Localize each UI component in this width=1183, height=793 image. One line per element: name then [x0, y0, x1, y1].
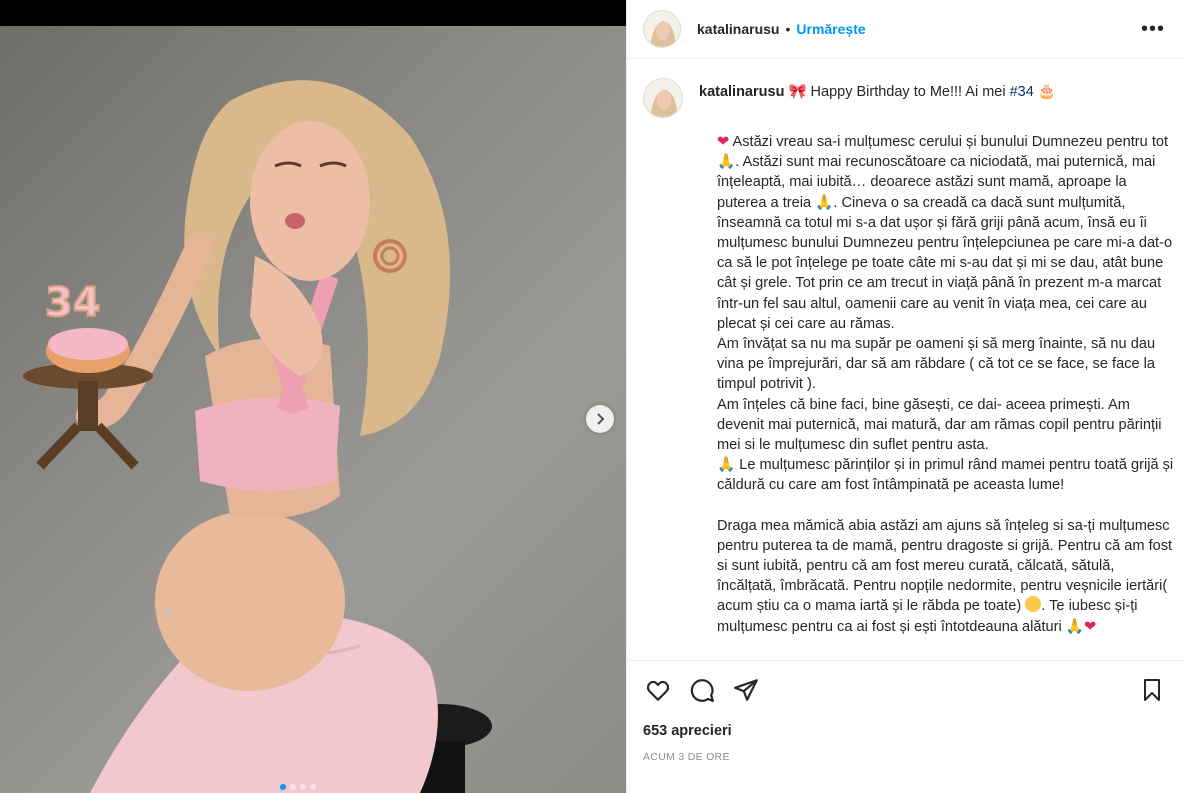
- cake-emoji: 🎂: [1037, 84, 1056, 100]
- carousel-dot: [310, 784, 316, 790]
- caption-paragraph: Am înțeles că bine faci, bine găsești, c…: [717, 396, 1162, 454]
- like-button[interactable]: [643, 675, 673, 705]
- caption-paragraph: Am învățat sa nu ma supăr pe oameni și s…: [717, 336, 1156, 393]
- caption-paragraph: 🙏 Le mulțumesc părinților și in primul r…: [717, 455, 1177, 495]
- heart-emoji: ❤: [1083, 617, 1097, 635]
- action-icons-row: [643, 661, 1167, 719]
- save-button[interactable]: [1137, 675, 1167, 705]
- heart-emoji: ❤: [717, 133, 730, 150]
- pleading-face-emoji: [1025, 596, 1042, 613]
- caption-username[interactable]: katalinarusu: [699, 84, 784, 100]
- svg-text:34: 34: [45, 280, 101, 326]
- pray-emoji: 🙏: [717, 153, 736, 171]
- caption-scroll-area[interactable]: katalinarusu 🎀 Happy Birthday to Me!!! A…: [627, 60, 1183, 660]
- follow-button[interactable]: Urmărește: [796, 21, 865, 37]
- carousel-dot: [300, 784, 306, 790]
- carousel-dot: [280, 784, 286, 790]
- pray-emoji: 🙏: [717, 456, 736, 474]
- caption-text: . Cineva o sa creadă ca dacă sunt mulțum…: [717, 194, 1173, 332]
- pray-emoji: 🙏: [815, 193, 834, 211]
- bookmark-icon: [1144, 679, 1160, 701]
- caption-intro: Happy Birthday to Me!!! Ai mei: [806, 84, 1010, 100]
- post-media: 34: [0, 0, 626, 793]
- separator-dot: •: [785, 21, 791, 37]
- post-panel: katalinarusu • Urmărește ••• katalinarus…: [626, 0, 1183, 793]
- caption-text: Astăzi vreau sa-i mulțumesc cerului și b…: [729, 134, 1169, 150]
- more-options-icon[interactable]: •••: [1141, 18, 1165, 41]
- avatar-image: [644, 11, 680, 47]
- share-button[interactable]: [731, 675, 761, 705]
- bow-emoji: 🎀: [788, 84, 807, 100]
- photo-illustration: 34: [23, 80, 492, 793]
- carousel-indicator: [280, 784, 316, 790]
- comment-button[interactable]: [687, 675, 717, 705]
- pray-emoji: 🙏: [1065, 617, 1084, 635]
- chevron-right-icon: [597, 413, 605, 425]
- post-photo[interactable]: 34: [0, 26, 626, 793]
- caption-text: Le mulțumesc părinților și in primul rân…: [717, 457, 1174, 494]
- avatar[interactable]: [643, 10, 681, 48]
- caption-first-line: katalinarusu 🎀 Happy Birthday to Me!!! A…: [699, 82, 1056, 102]
- hashtag-link[interactable]: #34: [1010, 84, 1034, 100]
- post-actions: 653 aprecieri Acum 3 de ore: [627, 660, 1183, 763]
- post-timestamp[interactable]: Acum 3 de ore: [643, 751, 1167, 763]
- avatar-image: [644, 79, 682, 117]
- carousel-dot: [290, 784, 296, 790]
- avatar[interactable]: [643, 78, 683, 118]
- comment-icon: [690, 679, 714, 702]
- paper-plane-icon: [734, 679, 758, 701]
- caption-header: katalinarusu 🎀 Happy Birthday to Me!!! A…: [643, 78, 1167, 118]
- caption-paragraph: ❤ Astăzi vreau sa-i mulțumesc cerului și…: [717, 132, 1177, 334]
- caption-paragraph: Draga mea mămică abia astăzi am ajuns să…: [717, 516, 1177, 637]
- likes-count[interactable]: 653 aprecieri: [643, 723, 1167, 739]
- caption-body: ❤ Astăzi vreau sa-i mulțumesc cerului și…: [717, 132, 1177, 637]
- post-header: katalinarusu • Urmărește •••: [627, 0, 1183, 59]
- next-slide-button[interactable]: [586, 405, 614, 433]
- post-author-username[interactable]: katalinarusu: [697, 21, 779, 37]
- heart-icon: [646, 680, 670, 701]
